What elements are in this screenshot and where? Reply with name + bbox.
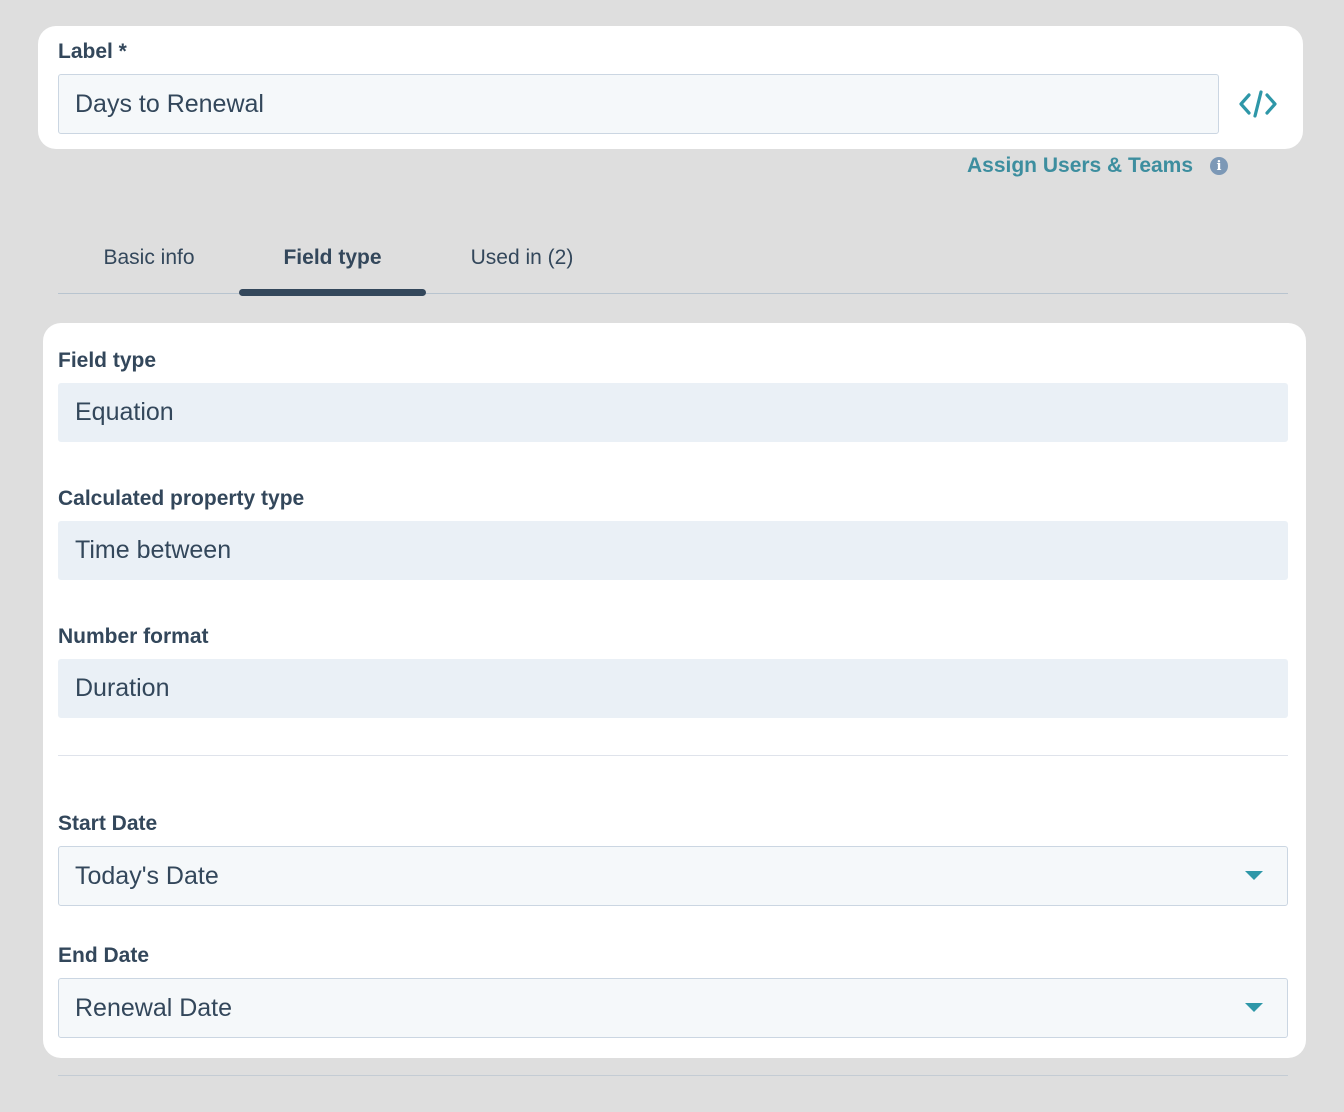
end-date-value: Renewal Date: [75, 993, 233, 1022]
number-format-field: Duration: [58, 659, 1288, 718]
info-icon-glyph: i: [1216, 158, 1222, 174]
field-type-label: Field type: [58, 349, 157, 372]
number-format-value: Duration: [75, 674, 170, 702]
bottom-divider: [58, 1075, 1288, 1076]
field-type-value: Equation: [75, 398, 174, 426]
tab-basic-info[interactable]: Basic info: [78, 247, 220, 268]
field-type-field: Equation: [58, 383, 1288, 442]
label-input-value: Days to Renewal: [75, 89, 264, 118]
end-date-label: End Date: [58, 944, 150, 967]
calculated-property-type-field: Time between: [58, 521, 1288, 580]
chevron-down-icon: [1245, 871, 1263, 880]
calculated-property-type-label: Calculated property type: [58, 487, 305, 510]
start-date-select[interactable]: Today's Date: [58, 846, 1288, 906]
calculated-property-type-value: Time between: [75, 536, 232, 564]
tab-used-in[interactable]: Used in (2): [446, 247, 598, 268]
section-divider: [58, 755, 1288, 756]
code-icon[interactable]: [1239, 89, 1277, 119]
number-format-label: Number format: [58, 625, 209, 648]
active-tab-indicator: [239, 289, 426, 296]
chevron-down-icon: [1245, 1003, 1263, 1012]
label-input[interactable]: Days to Renewal: [58, 74, 1219, 134]
label-card: Label * Days to Renewal: [38, 26, 1303, 149]
field-type-card: Field type Equation Calculated property …: [43, 323, 1306, 1058]
label-field-label: Label *: [58, 40, 127, 63]
end-date-select[interactable]: Renewal Date: [58, 978, 1288, 1038]
tab-field-type[interactable]: Field type: [239, 247, 426, 268]
start-date-label: Start Date: [58, 812, 158, 835]
assign-users-teams-link[interactable]: Assign Users & Teams: [967, 155, 1193, 176]
start-date-value: Today's Date: [75, 861, 219, 890]
info-icon[interactable]: i: [1210, 157, 1228, 175]
